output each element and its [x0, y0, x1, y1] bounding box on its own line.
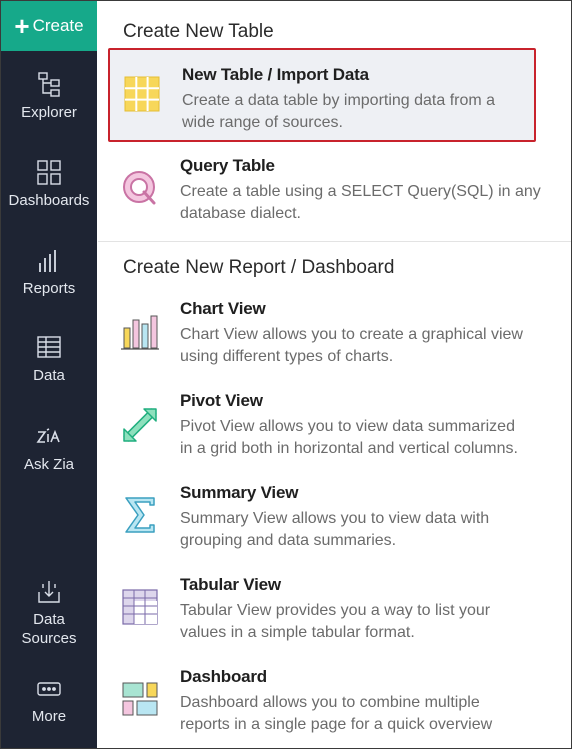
menu-item-desc: database dialect.: [180, 205, 301, 222]
dashboards-icon: [37, 160, 61, 185]
bar-chart-icon: [121, 315, 159, 350]
pivot-arrow-icon: [123, 408, 157, 442]
section-title-create-report: Create New Report / Dashboard: [123, 257, 395, 278]
sidebar-item-data[interactable]: Data: [1, 334, 97, 385]
reports-icon: [39, 250, 56, 272]
sidebar: + Create Explorer Dashboards Reports Dat…: [1, 1, 97, 748]
menu-item-desc: Create a data table by importing data fr…: [182, 92, 496, 109]
explorer-icon: [38, 72, 60, 97]
menu-item-desc: Pivot View allows you to view data summa…: [180, 418, 515, 435]
table-grid-icon: [124, 76, 160, 112]
sidebar-item-label: Explorer: [21, 104, 77, 121]
sidebar-item-label: Ask Zia: [23, 456, 74, 473]
data-table-icon: [37, 336, 61, 358]
create-button[interactable]: + Create: [1, 1, 97, 51]
sidebar-item-more[interactable]: More: [1, 675, 97, 726]
menu-item-title: Tabular View: [180, 575, 281, 594]
sidebar-item-explorer[interactable]: Explorer: [1, 71, 97, 122]
menu-item-desc: Chart View allows you to create a graphi…: [180, 326, 523, 343]
menu-item-title: Query Table: [180, 156, 275, 175]
sidebar-item-label: Dashboards: [8, 192, 90, 209]
sidebar-item-reports[interactable]: Reports: [1, 247, 97, 298]
menu-item-desc: reports in a single page for a quick ove…: [180, 716, 493, 733]
sidebar-item-label: Data: [33, 367, 65, 384]
menu-item-desc: wide range of sources.: [182, 114, 343, 131]
menu-item-query-table[interactable]: Query Table Create a table using a SELEC…: [108, 144, 541, 234]
menu-item-desc: values in a simple tabular format.: [180, 624, 415, 641]
menu-item-desc: Create a table using a SELECT Query(SQL)…: [180, 183, 541, 200]
menu-item-desc: grouping and data summaries.: [180, 532, 397, 549]
menu-item-title: New Table / Import Data: [182, 65, 369, 84]
sidebar-item-data-sources[interactable]: Data Sources: [1, 578, 97, 648]
menu-item-desc: Dashboard allows you to combine multiple: [180, 694, 480, 711]
create-menu-content: Create New Table New Table / Import Data…: [98, 1, 571, 748]
menu-item-new-table-import-data[interactable]: New Table / Import Data Create a data ta…: [108, 48, 536, 142]
more-icon: [37, 682, 61, 696]
menu-item-tabular-view[interactable]: Tabular View Tabular View provides you a…: [108, 569, 532, 653]
menu-item-desc: Tabular View provides you a way to list …: [180, 602, 491, 619]
menu-item-summary-view[interactable]: Summary View Summary View allows you to …: [108, 477, 532, 561]
menu-item-chart-view[interactable]: Chart View Chart View allows you to crea…: [108, 294, 532, 378]
menu-item-title: Chart View: [180, 299, 266, 318]
menu-item-dashboard[interactable]: Dashboard Dashboard allows you to combin…: [108, 661, 532, 745]
sigma-icon: [125, 497, 155, 533]
sidebar-item-label: Data: [33, 611, 65, 628]
menu-item-desc: in a grid both in horizontal and vertica…: [180, 440, 518, 457]
section-title-create-table: Create New Table: [123, 21, 274, 42]
query-icon: [123, 171, 156, 205]
menu-item-title: Dashboard: [180, 667, 267, 686]
menu-item-title: Summary View: [180, 483, 299, 502]
sidebar-item-label: Reports: [22, 280, 76, 297]
plus-icon: +: [14, 11, 30, 41]
sidebar-item-label: More: [31, 708, 67, 725]
menu-item-desc: using different types of charts.: [180, 348, 394, 365]
data-sources-icon: [38, 581, 60, 603]
create-menu-window: + Create Explorer Dashboards Reports Dat…: [0, 0, 572, 749]
tabular-icon: [122, 589, 158, 625]
sidebar-item-dashboards[interactable]: Dashboards: [1, 159, 97, 210]
dashboard-tiles-icon: [122, 682, 158, 716]
menu-item-title: Pivot View: [180, 391, 263, 410]
create-label: Create: [32, 16, 84, 35]
sidebar-item-label: Sources: [21, 630, 77, 647]
section-divider: [98, 241, 571, 242]
menu-item-desc: Summary View allows you to view data wit…: [180, 510, 490, 527]
sidebar-item-ask-zia[interactable]: Ask Zia: [1, 423, 97, 474]
menu-item-pivot-view[interactable]: Pivot View Pivot View allows you to view…: [108, 385, 532, 469]
zia-icon: [36, 428, 60, 443]
